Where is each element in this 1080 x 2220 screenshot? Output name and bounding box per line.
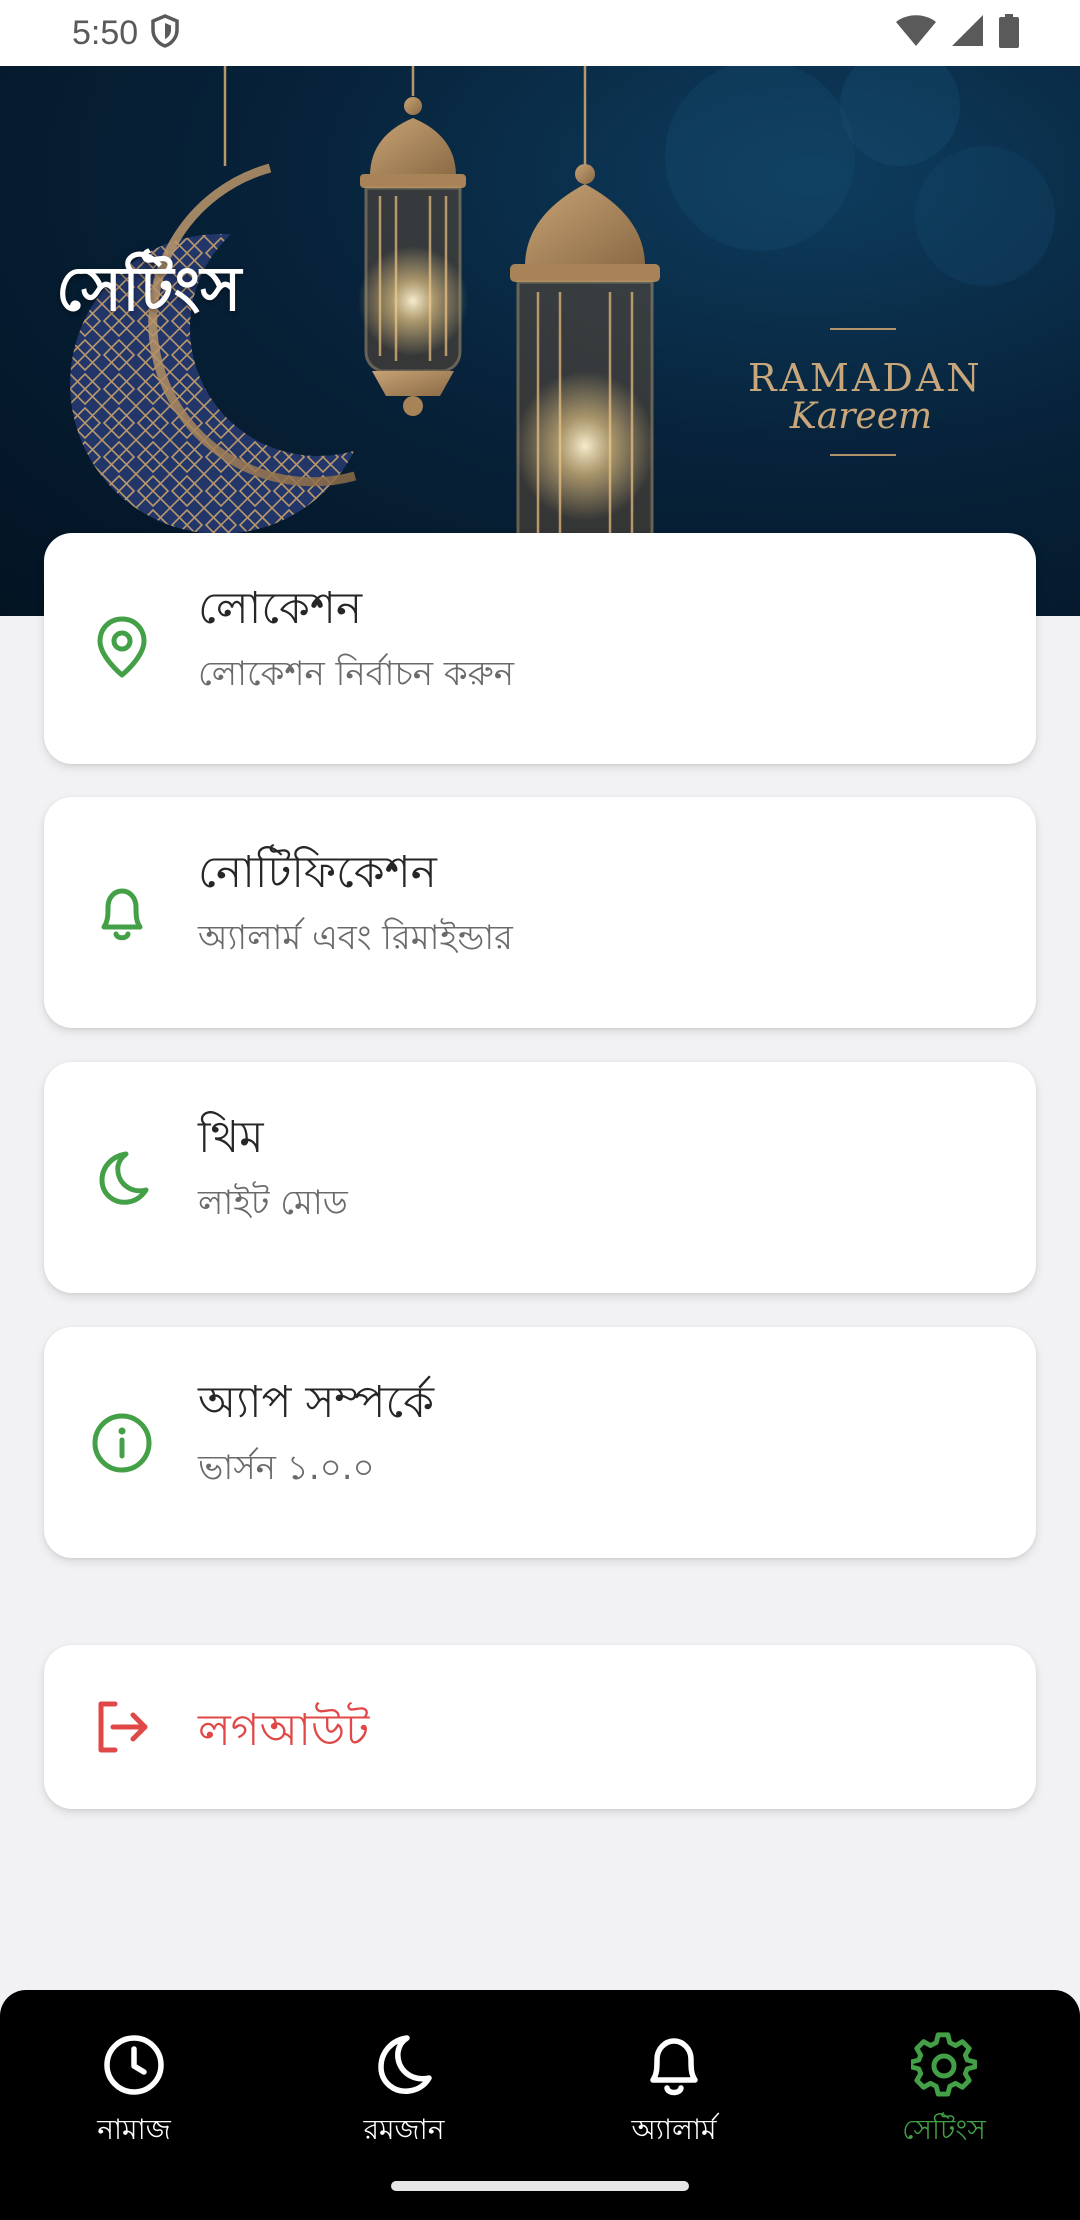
status-bar: 5:50: [0, 0, 1080, 66]
nav-label: নামাজ: [97, 2113, 171, 2146]
settings-item-subtitle: লোকেশন নির্বাচন করুন: [198, 653, 515, 694]
settings-item-title: লোকেশন: [198, 583, 363, 634]
settings-item-notification[interactable]: নোটিফিকেশন অ্যালার্ম এবং রিমাইন্ডার: [44, 797, 1036, 1028]
banner-kareem-text: Kareem: [789, 396, 933, 437]
battery-icon: [998, 14, 1020, 52]
nav-label: অ্যালার্ম: [631, 2113, 717, 2146]
bell-icon: [641, 2032, 707, 2102]
info-icon: [90, 1411, 154, 1475]
nav-label: রমজান: [363, 2113, 445, 2146]
settings-item-title: থিম: [198, 1112, 264, 1163]
banner-line-bottom: [830, 454, 896, 456]
page-title: সেটিংস: [56, 252, 242, 325]
nav-item-ramadan[interactable]: রমজান: [304, 2032, 504, 2155]
settings-item-location[interactable]: লোকেশন লোকেশন নির্বাচন করুন: [44, 533, 1036, 764]
logout-label: লগআউট: [198, 1705, 370, 1756]
nav-item-prayer[interactable]: নামাজ: [34, 2032, 234, 2155]
settings-item-theme[interactable]: থিম লাইট মোড: [44, 1062, 1036, 1293]
settings-item-about[interactable]: অ্যাপ সম্পর্কে ভার্সন ১.০.০: [44, 1327, 1036, 1558]
settings-item-title: অ্যাপ সম্পর্কে: [198, 1377, 434, 1428]
moon-icon: [371, 2032, 437, 2102]
logout-button[interactable]: লগআউট: [44, 1645, 1036, 1809]
nav-label: সেটিংস: [902, 2113, 986, 2146]
clock-icon: [101, 2032, 167, 2102]
signal-icon: [950, 15, 984, 51]
logout-icon: [90, 1695, 154, 1759]
banner-line-top: [830, 328, 896, 330]
shield-icon: [150, 14, 180, 52]
gear-icon: [908, 2032, 978, 2102]
status-time: 5:50: [72, 13, 139, 52]
settings-item-title: নোটিফিকেশন: [198, 847, 437, 898]
location-pin-icon: [90, 615, 154, 679]
settings-item-subtitle: অ্যালার্ম এবং রিমাইন্ডার: [198, 917, 513, 958]
moon-icon: [90, 1146, 154, 1210]
settings-screen: 5:50 RAMADAN Kareem সেটিংস লোকেশন লোকেশন…: [0, 0, 1080, 2220]
settings-item-subtitle: লাইট মোড: [198, 1182, 348, 1223]
settings-item-subtitle: ভার্সন ১.০.০: [198, 1447, 375, 1488]
home-indicator[interactable]: [391, 2181, 689, 2191]
nav-item-settings[interactable]: সেটিংস: [844, 2032, 1044, 2155]
nav-item-alarm[interactable]: অ্যালার্ম: [574, 2032, 774, 2155]
banner-ramadan-text: RAMADAN: [748, 356, 983, 400]
wifi-icon: [896, 15, 936, 51]
bell-icon: [90, 881, 154, 945]
